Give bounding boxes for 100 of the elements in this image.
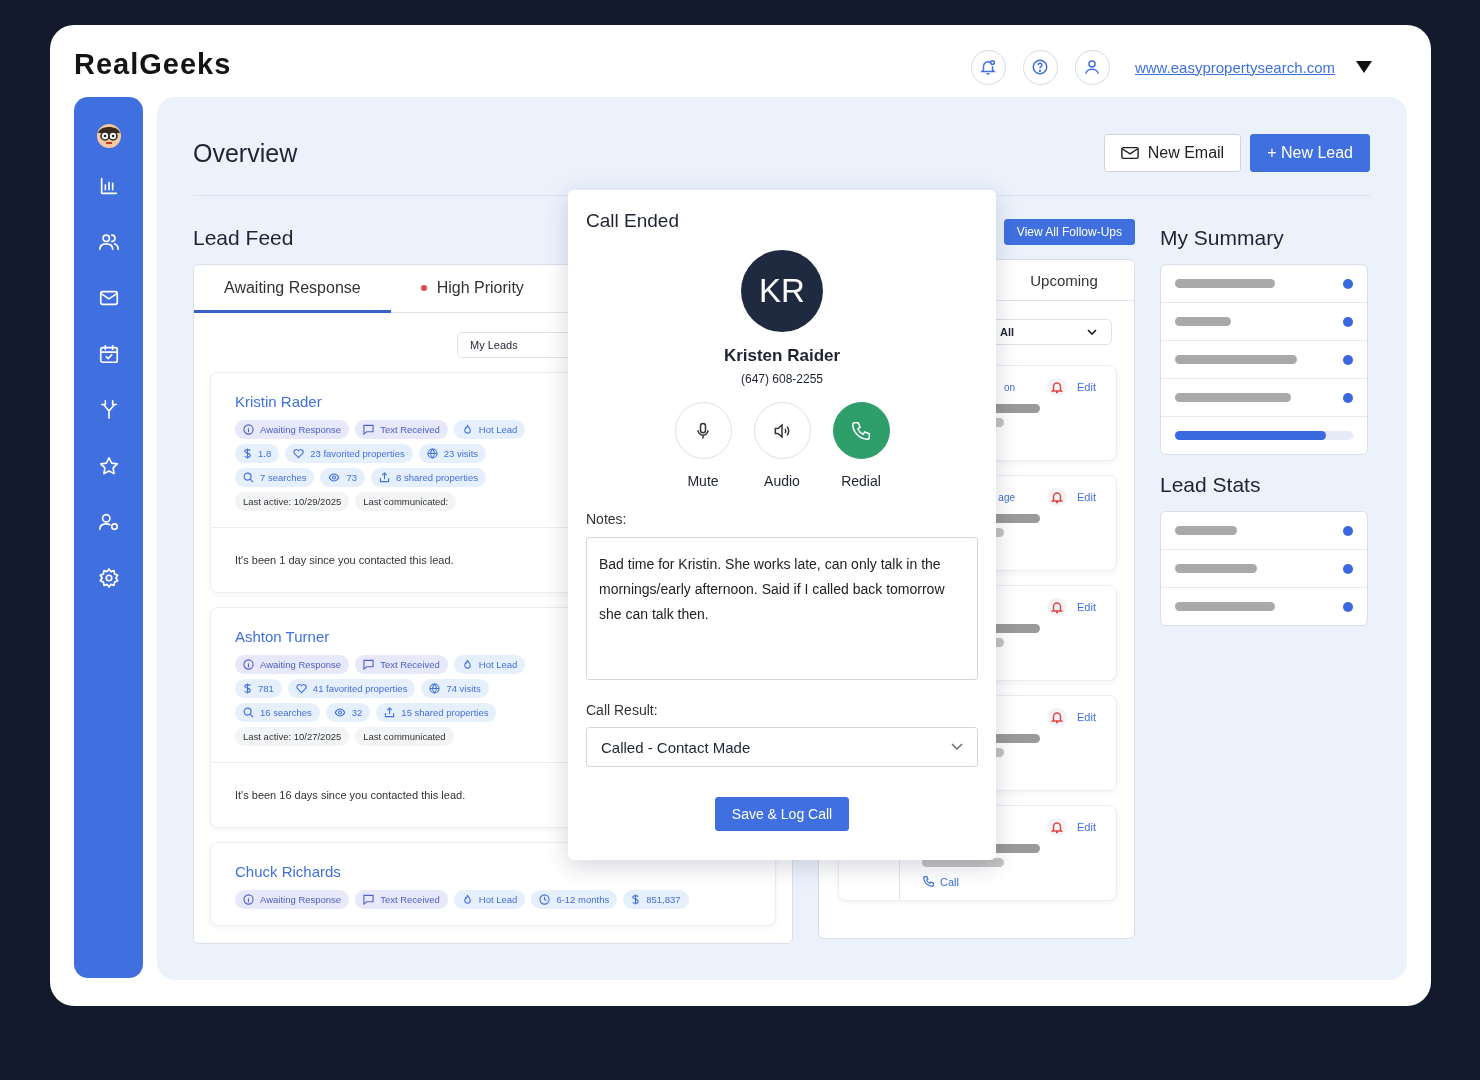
tag: Hot Lead xyxy=(453,420,526,439)
tag: 73 xyxy=(320,468,366,487)
mascot-avatar-icon[interactable] xyxy=(94,121,123,149)
status-dot xyxy=(1343,525,1353,536)
bell-icon[interactable] xyxy=(1047,708,1068,726)
lead-name-link[interactable]: Ashton Turner xyxy=(235,628,330,645)
call-result-dropdown[interactable]: Called - Contact Made xyxy=(586,727,978,767)
speaker-button[interactable] xyxy=(753,402,811,459)
dollar-icon xyxy=(631,894,641,905)
flame-icon xyxy=(461,424,473,435)
settings-icon[interactable] xyxy=(97,567,120,589)
new-email-button[interactable]: New Email xyxy=(1103,134,1242,172)
edit-link[interactable]: Edit xyxy=(1077,491,1096,503)
status-dot xyxy=(1343,354,1353,365)
info-icon xyxy=(243,659,254,670)
edit-link[interactable]: Edit xyxy=(1077,381,1096,393)
new-lead-button[interactable]: + New Lead xyxy=(1250,134,1370,172)
heart-icon xyxy=(295,683,307,694)
site-link[interactable]: www.easypropertysearch.com xyxy=(1134,58,1335,76)
tab[interactable]: High Priority xyxy=(390,265,554,313)
flame-icon xyxy=(461,894,473,905)
dollar-icon xyxy=(243,683,252,694)
placeholder-bar xyxy=(1175,317,1231,326)
save-button[interactable]: Save & Log Call xyxy=(714,797,850,831)
placeholder-bar xyxy=(1175,526,1237,535)
tag: Last active: 10/29/2025 xyxy=(235,492,350,511)
tag: Last communicated: xyxy=(355,492,457,511)
tag: Hot Lead xyxy=(453,890,526,909)
edit-link[interactable]: Edit xyxy=(1077,821,1096,833)
lead-name-link[interactable]: Chuck Richards xyxy=(235,863,341,880)
info-icon xyxy=(243,894,254,905)
tag: 41 favorited properties xyxy=(287,679,416,698)
notes-field[interactable]: Bad time for Kristin. She works late, can only talk in the mornings/early afternoon. Said if I called back tomorrow she can talk then. xyxy=(586,537,978,680)
flame-icon xyxy=(461,659,473,670)
chat-icon xyxy=(363,659,375,670)
status-dot xyxy=(1343,392,1353,403)
phone-icon xyxy=(922,875,935,888)
call-link[interactable]: Call xyxy=(922,875,959,888)
dollar-icon xyxy=(243,448,252,459)
notifications-icon[interactable] xyxy=(970,49,1006,85)
contact-note: It's been 16 days since you contacted this lead. xyxy=(235,789,466,801)
tag: 1.8 xyxy=(235,444,280,463)
chevron-down-icon xyxy=(951,743,963,751)
info-icon xyxy=(243,424,254,435)
tab[interactable]: Awaiting Response xyxy=(194,265,391,313)
dialog-title: Call Ended xyxy=(586,210,680,232)
follow-up-link[interactable]: on xyxy=(1003,381,1016,393)
bell-icon[interactable] xyxy=(1047,378,1068,396)
star-icon[interactable] xyxy=(97,455,120,477)
field-label: Call Result: xyxy=(586,702,659,718)
globe-icon xyxy=(426,448,438,459)
contact-note: It's been 1 day since you contacted this lead. xyxy=(235,554,454,566)
bell-icon[interactable] xyxy=(1047,598,1068,616)
lead-name-link[interactable]: Kristin Rader xyxy=(235,393,322,410)
tag: 781 xyxy=(235,679,282,698)
tag: 7 searches xyxy=(235,468,315,487)
user-settings-icon[interactable] xyxy=(97,511,120,533)
section-title: Lead Stats xyxy=(1160,472,1261,498)
page-title: Overview xyxy=(193,138,298,168)
tag: 23 visits xyxy=(418,444,487,463)
edit-link[interactable]: Edit xyxy=(1077,601,1096,613)
tag: 15 shared properties xyxy=(376,703,497,722)
phone-button[interactable] xyxy=(832,402,890,459)
status-dot xyxy=(1343,278,1353,289)
status-dot xyxy=(1343,601,1353,612)
status-dot xyxy=(1343,316,1353,327)
control-label: Redial xyxy=(841,473,881,489)
tag: Last communicated xyxy=(355,727,454,746)
follow-up-link[interactable]: age xyxy=(998,491,1016,503)
tag: Text Received xyxy=(355,655,448,674)
section-title: Lead Feed xyxy=(193,225,294,251)
bell-icon[interactable] xyxy=(1047,818,1068,836)
view-all-follow-ups-button[interactable]: View All Follow-Ups xyxy=(1003,219,1135,245)
control-label: Mute xyxy=(687,473,719,489)
status-dot xyxy=(1343,563,1353,574)
avatar: KR xyxy=(741,250,823,332)
user-icon[interactable] xyxy=(1074,49,1110,85)
eye-icon xyxy=(333,707,346,718)
tab[interactable]: Upcoming xyxy=(994,260,1134,300)
tag: Awaiting Response xyxy=(235,655,350,674)
tag: Text Received xyxy=(355,420,448,439)
tag: Awaiting Response xyxy=(235,890,350,909)
edit-link[interactable]: Edit xyxy=(1077,711,1096,723)
caret-icon[interactable] xyxy=(1356,61,1372,73)
bell-icon[interactable] xyxy=(1047,488,1068,506)
microphone-button[interactable] xyxy=(674,402,732,459)
tag: 16 searches xyxy=(235,703,320,722)
heart-icon xyxy=(293,448,305,459)
phone-number: (647) 608-2255 xyxy=(740,372,824,386)
calendar-icon[interactable] xyxy=(97,343,120,365)
eye-icon xyxy=(328,472,341,483)
help-icon[interactable] xyxy=(1022,49,1058,85)
tag: Last active: 10/27/2025 xyxy=(235,727,350,746)
search-icon xyxy=(243,472,254,483)
tag: 32 xyxy=(325,703,371,722)
users-icon[interactable] xyxy=(97,231,120,253)
clock-icon xyxy=(539,894,551,905)
search-icon xyxy=(243,707,254,718)
tag: Text Received xyxy=(355,890,448,909)
tag: 23 favorited properties xyxy=(285,444,413,463)
